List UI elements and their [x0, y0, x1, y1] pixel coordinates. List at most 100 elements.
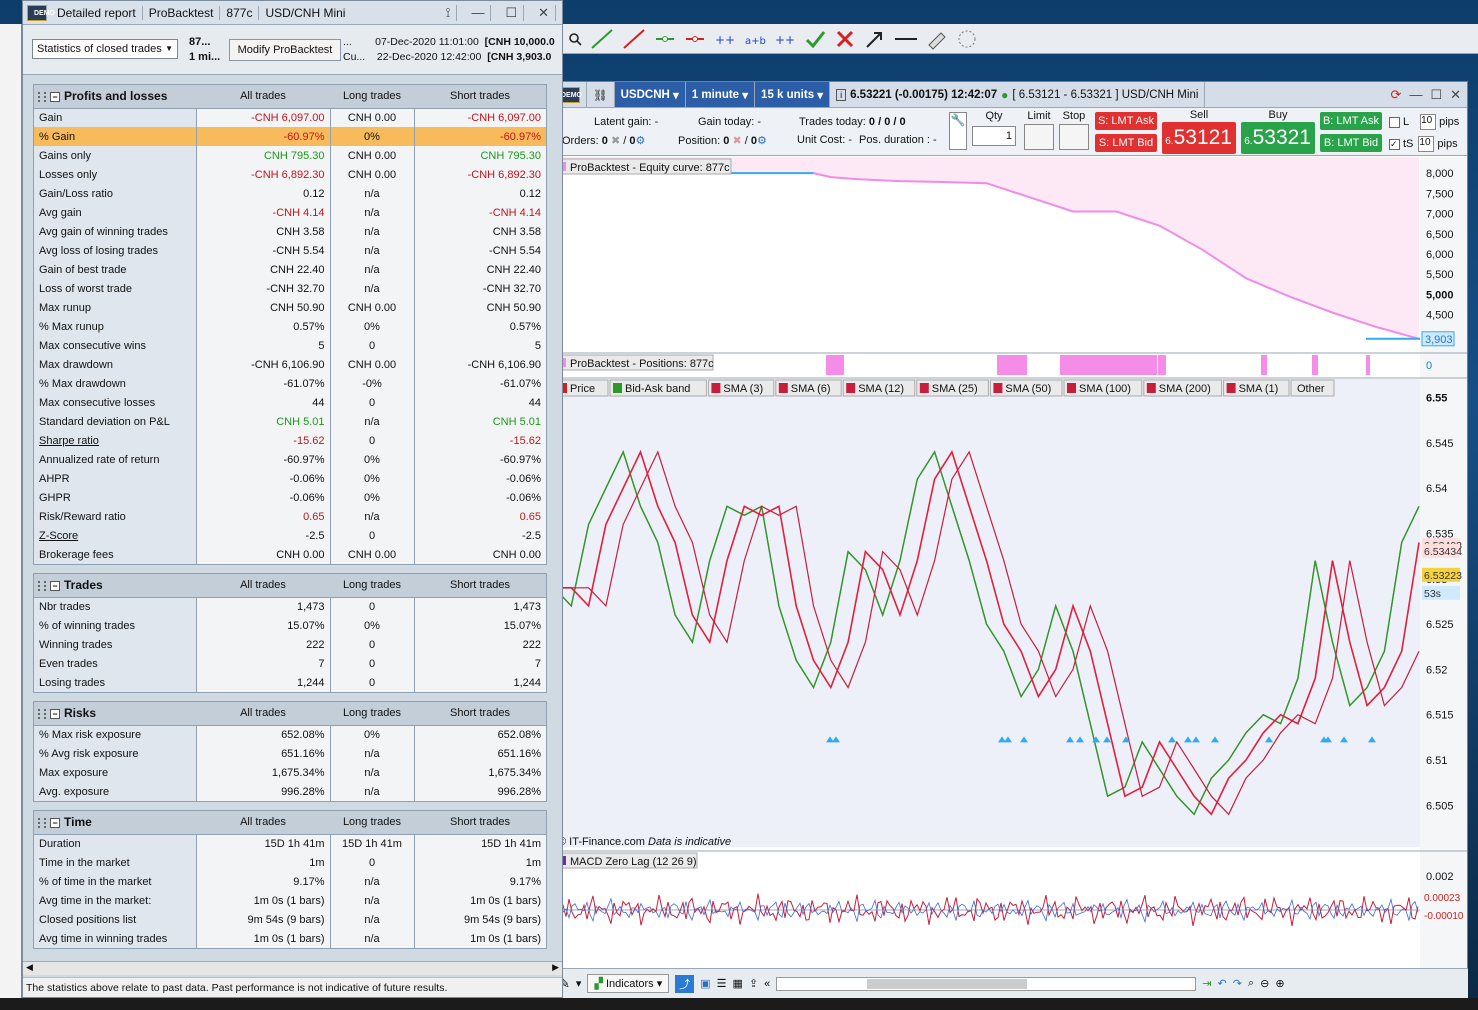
stop-order-button[interactable] [1059, 124, 1089, 150]
scroll-right-arrow-icon[interactable]: ▶ [552, 962, 559, 973]
screenshot-icon[interactable]: ▣ [700, 977, 710, 990]
sell-button[interactable]: 6.53121 [1162, 122, 1236, 154]
red-line-tool-icon[interactable] [622, 28, 646, 50]
orders-cancel-icon[interactable]: ✖ [611, 135, 620, 147]
maximize-icon[interactable]: ☐ [499, 5, 525, 21]
sell-limit-ask-button[interactable]: S: LMT Ask [1095, 112, 1157, 130]
zoom-out-icon[interactable]: ⊖ [1260, 977, 1269, 990]
table-row: Avg. exposure 996.28% n/a 996.28% [34, 782, 546, 801]
symbol-selector[interactable]: USDCNH ▾ [614, 82, 686, 107]
all-trades-value: -0.06% [196, 488, 331, 507]
order-book-icon[interactable]: 🔧 [949, 112, 967, 150]
position-close-icon[interactable]: ✖ [732, 135, 741, 147]
indicators-button[interactable]: ▞ Indicators ▾ [587, 974, 670, 993]
undo-icon[interactable]: ↶ [1218, 977, 1227, 990]
statistics-select[interactable]: Statistics of closed trades ▼ [32, 39, 178, 59]
orders-label: Orders: [562, 135, 599, 147]
short-trades-value: -CNH 6,106.90 [414, 355, 546, 374]
red-segment-icon[interactable] [684, 28, 706, 50]
modify-probacktest-button[interactable]: Modify ProBacktest [229, 39, 341, 61]
scroll-left-arrow-icon[interactable]: ◀ [26, 962, 33, 973]
equity-y-tick: 5,500 [1426, 269, 1454, 281]
row-label[interactable]: Sharpe ratio [34, 431, 197, 450]
list-icon[interactable]: ☰ [717, 977, 727, 990]
drag-handle-icon[interactable] [38, 92, 46, 103]
position-bar [1312, 355, 1318, 375]
report-horizontal-scrollbar[interactable]: ◀ ▶ [23, 961, 562, 975]
position-settings-icon[interactable]: ⚙ [757, 135, 767, 147]
zoom-in-icon[interactable]: ⊕ [1275, 977, 1284, 990]
buy-limit-bid-button[interactable]: B: LMT Bid [1320, 134, 1382, 152]
delete-x-icon[interactable] [834, 28, 856, 50]
share-icon[interactable]: ⟟ [440, 5, 458, 21]
scrollbar-thumb[interactable] [867, 978, 1028, 989]
drag-handle-icon[interactable] [38, 581, 46, 592]
section-header[interactable]: − Risks [34, 702, 196, 726]
go-to-end-icon[interactable]: ⇥ [1202, 977, 1211, 990]
collapse-icon[interactable]: − [50, 92, 60, 103]
system-info-line1: 87... [189, 36, 211, 48]
redo-icon[interactable]: ↷ [1233, 977, 1242, 990]
ts-checkbox[interactable]: ✓ [1389, 138, 1400, 150]
green-segment-icon[interactable] [654, 28, 676, 50]
arrow-tool-icon[interactable] [864, 28, 886, 50]
collapse-icon[interactable]: − [50, 581, 60, 592]
units-selector[interactable]: 15 k units ▾ [755, 82, 831, 107]
l-pips-input[interactable]: 10 [1420, 114, 1437, 130]
collapse-icon[interactable]: − [50, 709, 60, 720]
horizontal-line-icon[interactable] [894, 28, 918, 50]
statistics-select-value: Statistics of closed trades [37, 43, 162, 55]
ts-pips-input[interactable]: 10 [1418, 136, 1435, 152]
orders-settings-icon[interactable]: ⚙ [635, 135, 645, 147]
search-icon[interactable] [568, 32, 582, 46]
collapse-icon[interactable]: − [50, 818, 60, 829]
dropdown-arrow-icon[interactable]: ▾ [576, 977, 582, 990]
short-trades-value: -61.07% [414, 374, 546, 393]
checkmark-icon[interactable] [804, 28, 826, 50]
drag-handle-icon[interactable] [38, 709, 46, 720]
long-trades-value: CNH 0.00 [330, 165, 415, 184]
legend-swatch-icon [919, 383, 929, 393]
minimize-icon[interactable]: — [1409, 87, 1422, 103]
export-icon[interactable]: ⇪ [749, 977, 758, 990]
buy-limit-ask-button[interactable]: B: LMT Ask [1320, 112, 1382, 130]
long-trades-value: 0% [330, 317, 415, 336]
section-header[interactable]: − Trades [34, 574, 196, 598]
sell-limit-bid-button[interactable]: S: LMT Bid [1095, 134, 1157, 152]
qty-input[interactable]: 1 [972, 126, 1016, 146]
refresh-icon[interactable]: ⟳ [1391, 87, 1402, 103]
close-icon[interactable]: ✕ [532, 5, 556, 21]
share-icon[interactable]: ⤴ [675, 974, 695, 993]
report-toolbar: Statistics of closed trades ▼ 87... 1 mi..… [23, 25, 562, 75]
statistics-scroll-area[interactable]: − Profits and losses All trades Long trades… [23, 76, 562, 960]
link-icon[interactable]: ⛓ [587, 82, 615, 107]
row-label[interactable]: Z-Score [34, 526, 197, 545]
chart-title-bar: DEMO ⛓ USDCNH ▾ 1 minute ▾ 15 k units ▾ … [554, 82, 1467, 108]
multi-points-icon[interactable]: +++ [774, 28, 796, 50]
horizontal-scrollbar[interactable] [776, 976, 1197, 991]
drag-handle-icon[interactable] [38, 818, 46, 829]
info-icon[interactable]: i [836, 88, 847, 101]
minimize-icon[interactable]: — [465, 5, 492, 21]
price-chart-area[interactable]: 8,000 7,500 7,000 6,500 6,000 5,500 5,000 4,500… [554, 157, 1467, 999]
points-tool-icon[interactable]: +++ [714, 28, 736, 50]
maximize-icon[interactable]: ☐ [1430, 87, 1442, 103]
limit-order-button[interactable] [1024, 124, 1054, 150]
grid-icon[interactable]: ▦ [733, 977, 743, 990]
section-header[interactable]: − Profits and losses [34, 85, 196, 109]
l-checkbox[interactable] [1389, 116, 1400, 128]
erase-icon[interactable] [956, 28, 978, 50]
close-icon[interactable]: ✕ [1450, 87, 1461, 103]
ruler-icon[interactable] [926, 28, 948, 50]
line-tool-icon[interactable] [590, 28, 614, 50]
scroll-left-icon[interactable]: « [764, 978, 770, 990]
timeframe-selector[interactable]: 1 minute ▾ [685, 82, 756, 107]
buy-button[interactable]: 6.53321 [1241, 122, 1315, 154]
zoom-fit-icon[interactable]: ⌕ [1248, 977, 1254, 990]
section-header[interactable]: − Time [34, 811, 196, 835]
abc-points-icon[interactable]: a+b [744, 28, 766, 50]
short-trades-value: CNH 3.58 [414, 222, 546, 241]
short-trades-value: 7 [414, 654, 546, 673]
date-from: 07-Dec-2020 11:01:00 [375, 36, 479, 48]
title-probacktest: ProBacktest [143, 5, 221, 20]
